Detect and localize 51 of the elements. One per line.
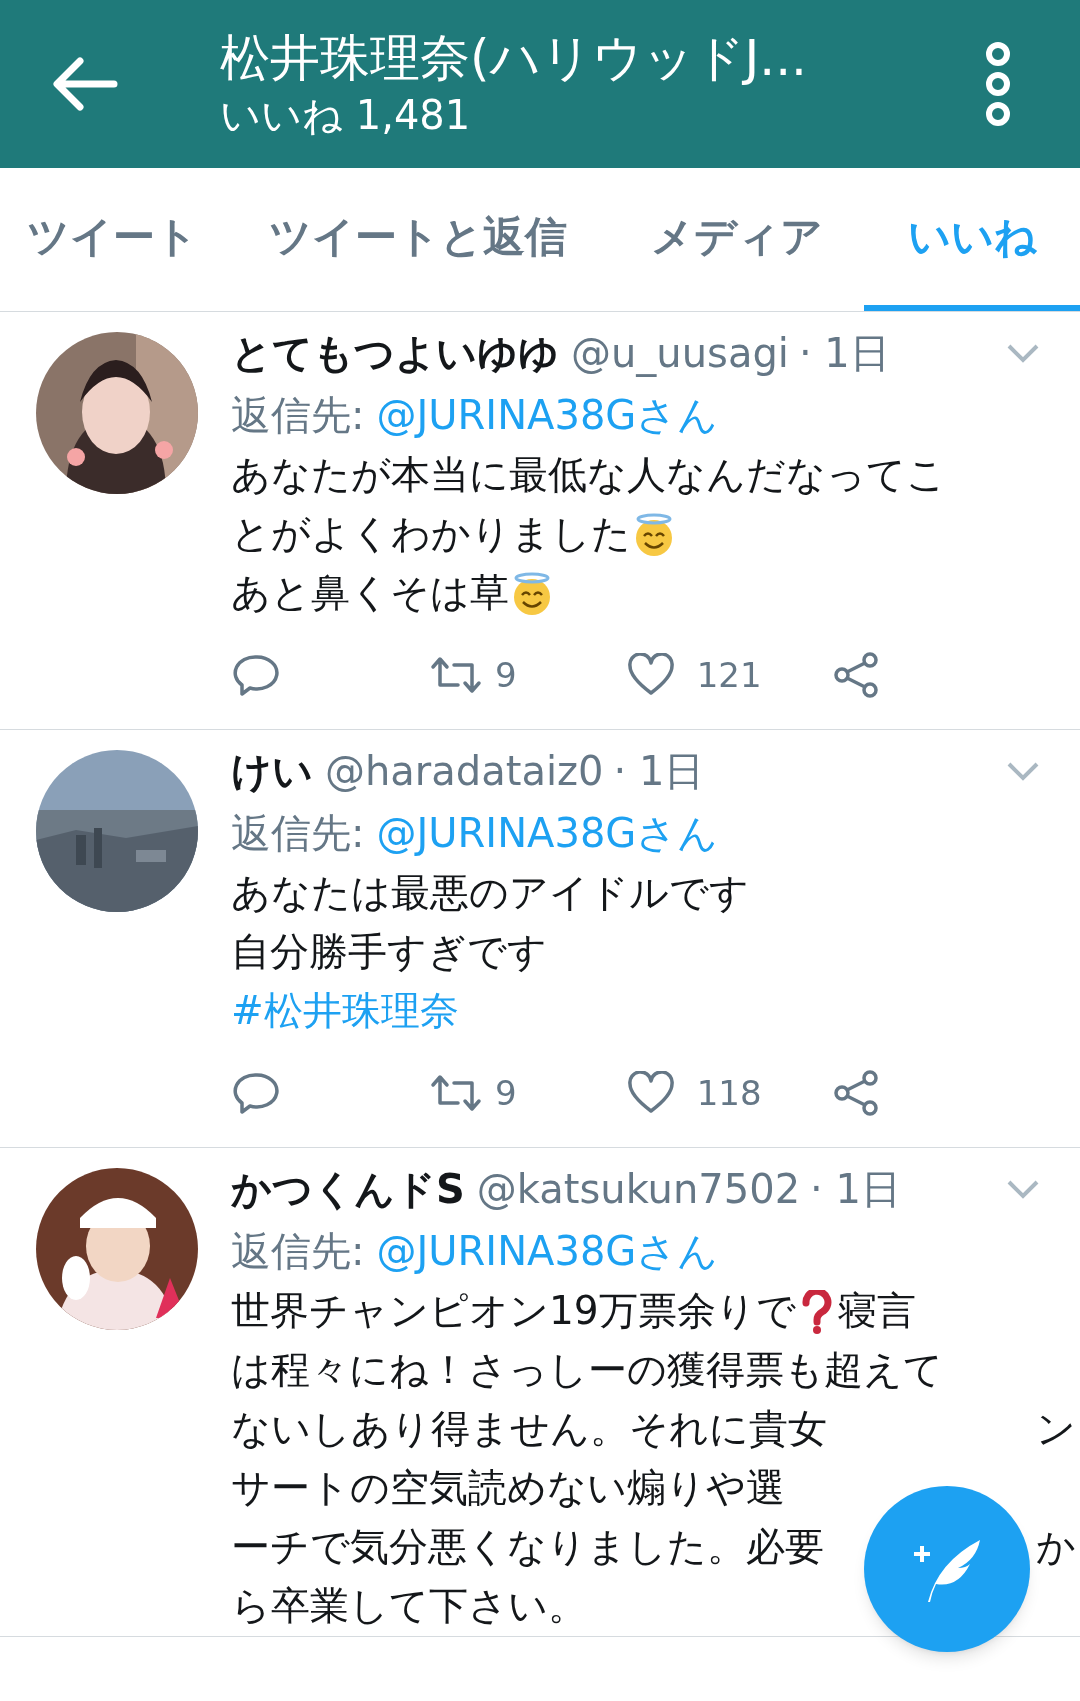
- profile-tab[interactable]: いいね: [864, 168, 1080, 311]
- tweet-text: あなたが本当に最低な人なんだなってこ: [231, 451, 946, 500]
- tweet-text: か: [1036, 1523, 1076, 1572]
- tweet-text: は程々にね！さっしーの獲得票も超えて: [231, 1346, 943, 1395]
- reply-mention-link[interactable]: @JURINA38Gさん: [376, 1221, 719, 1281]
- retweet-count: 9: [495, 1071, 517, 1115]
- hashtag-link[interactable]: #松井珠理奈: [231, 982, 459, 1041]
- tweet-text: ーチで気分悪くなりました。必要: [231, 1523, 824, 1572]
- tweet-text: サートの空気読めない煽りや選: [231, 1464, 785, 1513]
- tweet-text: あと鼻くそは草: [231, 569, 509, 618]
- heart-icon[interactable]: [626, 653, 675, 697]
- tweet-time: · 1日: [810, 1165, 901, 1214]
- tweet-text: ないしあり得ません。それに貴女: [231, 1405, 827, 1454]
- tweet-text: ら卒業して下さい。: [231, 1582, 587, 1631]
- tweet-text: ン: [1036, 1405, 1076, 1454]
- reply-mention-link[interactable]: @JURINA38Gさん: [376, 803, 719, 863]
- user-handle[interactable]: @katsukun7502: [476, 1159, 801, 1219]
- tweet-text: 自分勝手すぎです: [231, 928, 547, 977]
- question-mark-icon: [799, 1289, 834, 1334]
- tweet-text: あなたは最悪のアイドルです: [231, 869, 749, 918]
- retweet-count: 9: [495, 653, 517, 697]
- tweet-text: とがよくわかりました: [231, 510, 631, 559]
- heart-icon[interactable]: [626, 1071, 675, 1115]
- user-handle[interactable]: @u_uusagi: [571, 323, 789, 383]
- retweet-icon[interactable]: [429, 1073, 483, 1113]
- retweet-icon[interactable]: [429, 655, 483, 695]
- user-handle[interactable]: @haradataiz0: [325, 741, 604, 801]
- profile-title: 松井珠理奈(ハリウッドJ...: [220, 28, 807, 89]
- user-name[interactable]: とてもつよいゆゆ: [231, 323, 559, 383]
- reply-icon[interactable]: [233, 654, 279, 696]
- share-icon[interactable]: [831, 1070, 880, 1116]
- share-icon[interactable]: [831, 652, 880, 698]
- user-name[interactable]: けい: [231, 741, 313, 801]
- reply-mention-link[interactable]: @JURINA38Gさん: [376, 385, 719, 445]
- tweet-text: 世界チャンピオン19万票余りで: [231, 1287, 796, 1336]
- reply-label: 返信先:: [231, 1227, 365, 1276]
- back-arrow-icon[interactable]: [50, 56, 120, 112]
- profile-tab[interactable]: メディア: [610, 168, 864, 311]
- more-options-icon[interactable]: [983, 42, 1013, 126]
- tweet-time: · 1日: [613, 747, 705, 796]
- like-count: 121: [696, 653, 762, 697]
- reply-label: 返信先:: [231, 809, 365, 858]
- likes-count-subtitle: いいね 1,481: [220, 91, 472, 140]
- reply-label: 返信先:: [231, 391, 365, 440]
- reply-icon[interactable]: [233, 1072, 279, 1114]
- user-name[interactable]: かつくんドS: [231, 1159, 465, 1219]
- tweet-text: 寝言: [837, 1287, 916, 1336]
- like-count: 118: [696, 1071, 762, 1115]
- profile-tab[interactable]: ツイートと返信: [225, 168, 610, 311]
- tweet-time: · 1日: [798, 329, 890, 378]
- profile-tab[interactable]: ツイート: [0, 168, 225, 311]
